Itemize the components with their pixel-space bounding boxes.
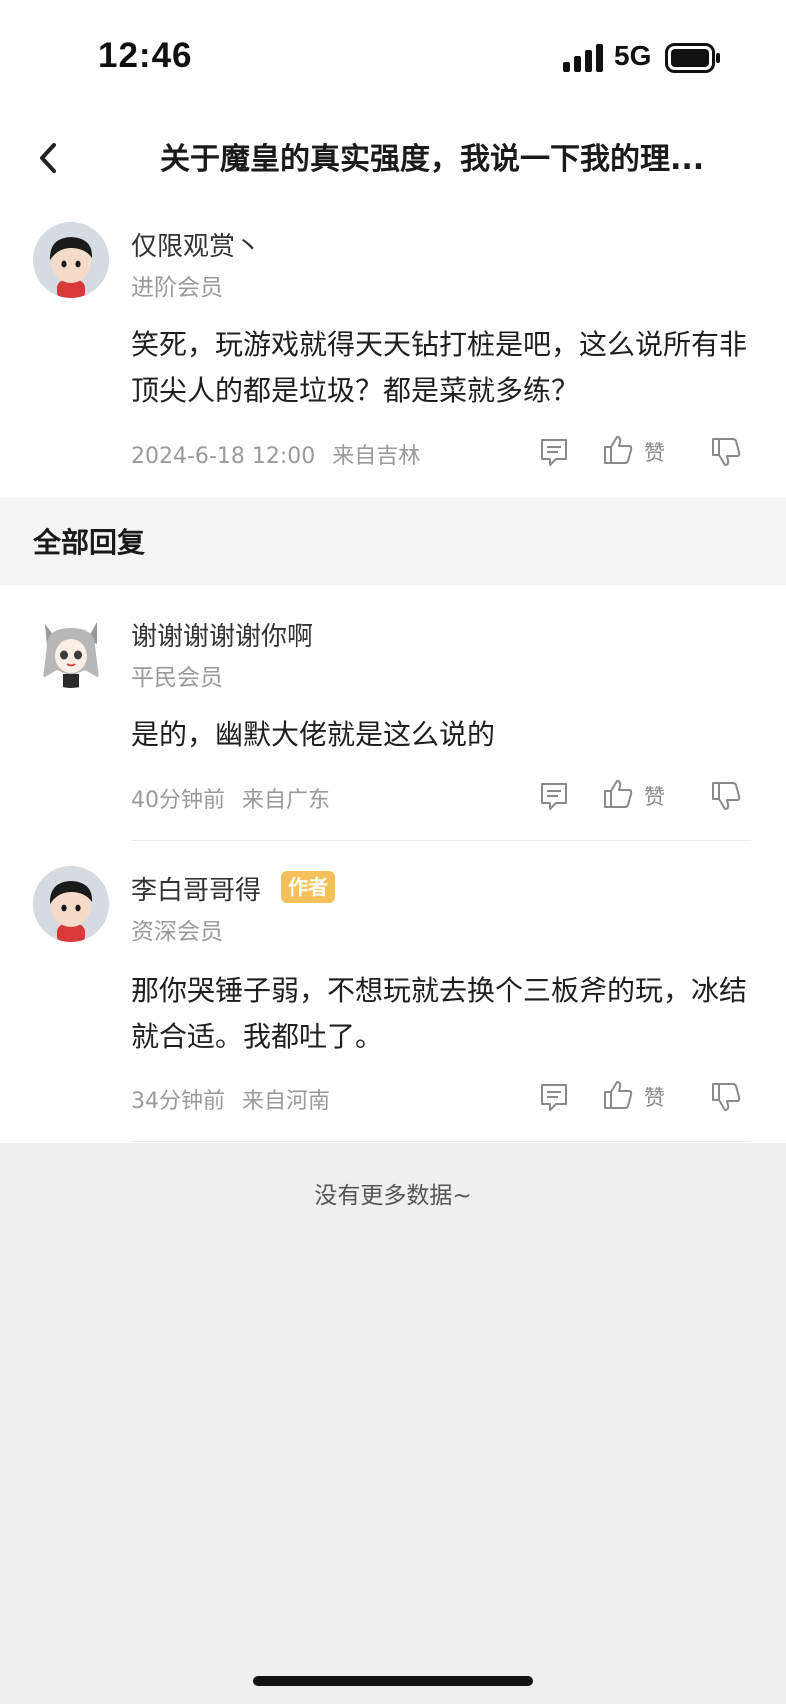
avatar[interactable] xyxy=(33,612,109,688)
comment-location: 来自广东 xyxy=(242,788,331,813)
comment-time: 34分钟前 xyxy=(131,1089,225,1114)
battery-icon xyxy=(665,43,720,73)
replies-header: 全部回复 xyxy=(0,497,786,585)
comment-meta: 2024-6-18 12:00 来自吉林 xyxy=(131,438,420,470)
cartoon-boy-avatar xyxy=(33,866,109,942)
divider xyxy=(131,1141,751,1142)
comment-icon[interactable] xyxy=(538,780,570,812)
comment-text: 笑死，玩游戏就得天天钻打桩是吧，这么说所有非顶尖人的都是垃圾？都是菜就多练？ xyxy=(131,328,748,407)
reply-text: 是的，幽默大佬就是这么说的 xyxy=(131,718,496,751)
comment-time: 40分钟前 xyxy=(131,788,225,813)
back-button[interactable] xyxy=(28,130,68,186)
like-label[interactable]: 赞 xyxy=(644,1082,665,1112)
home-indicator[interactable] xyxy=(253,1676,533,1686)
status-time: 12:46 xyxy=(98,36,193,75)
member-level: 进阶会员 xyxy=(131,275,223,301)
comment-username[interactable]: 谢谢谢谢谢你啊 xyxy=(131,616,313,653)
author-badge: 作者 xyxy=(281,871,335,903)
thumbs-up-icon[interactable] xyxy=(602,1079,634,1111)
comment-icon[interactable] xyxy=(538,1081,570,1113)
cartoon-boy-avatar xyxy=(33,222,109,298)
reply-text: 那你哭锤子弱，不想玩就去换个三板斧的玩，冰结就合适。我都吐了。 xyxy=(131,974,748,1053)
replies-section-title: 全部回复 xyxy=(33,526,146,559)
no-more-data-label: 没有更多数据~ xyxy=(314,1183,472,1209)
cat-girl-avatar xyxy=(33,612,109,688)
like-label[interactable]: 赞 xyxy=(644,781,665,811)
thumbs-down-icon[interactable] xyxy=(710,436,742,468)
comment-username[interactable]: 李白哥哥得 xyxy=(131,870,261,907)
thumbs-down-icon[interactable] xyxy=(710,1081,742,1113)
comment-icon[interactable] xyxy=(538,436,570,468)
comment-meta: 34分钟前 来自河南 xyxy=(131,1083,330,1115)
signal-bars-icon xyxy=(563,44,603,72)
comment-location: 来自河南 xyxy=(242,1089,331,1114)
network-label: 5G xyxy=(614,40,652,71)
thumbs-up-icon[interactable] xyxy=(602,434,634,466)
divider xyxy=(131,840,751,841)
avatar[interactable] xyxy=(33,866,109,942)
comment-location: 来自吉林 xyxy=(332,444,421,469)
comment-username[interactable]: 仅限观赏丶 xyxy=(131,226,261,263)
thumbs-down-icon[interactable] xyxy=(710,780,742,812)
page-title: 关于魔皇的真实强度，我说一下我的理... xyxy=(160,142,705,177)
chevron-left-icon xyxy=(40,143,56,173)
thumbs-up-icon[interactable] xyxy=(602,778,634,810)
nav-bar: 关于魔皇的真实强度，我说一下我的理... xyxy=(0,116,786,206)
member-level: 资深会员 xyxy=(131,919,223,945)
like-label[interactable]: 赞 xyxy=(644,437,665,467)
comment-time: 2024-6-18 12:00 xyxy=(131,444,316,469)
member-level: 平民会员 xyxy=(131,665,223,691)
avatar[interactable] xyxy=(33,222,109,298)
status-bar: 12:46 5G xyxy=(0,0,786,116)
comment-meta: 40分钟前 来自广东 xyxy=(131,782,330,814)
